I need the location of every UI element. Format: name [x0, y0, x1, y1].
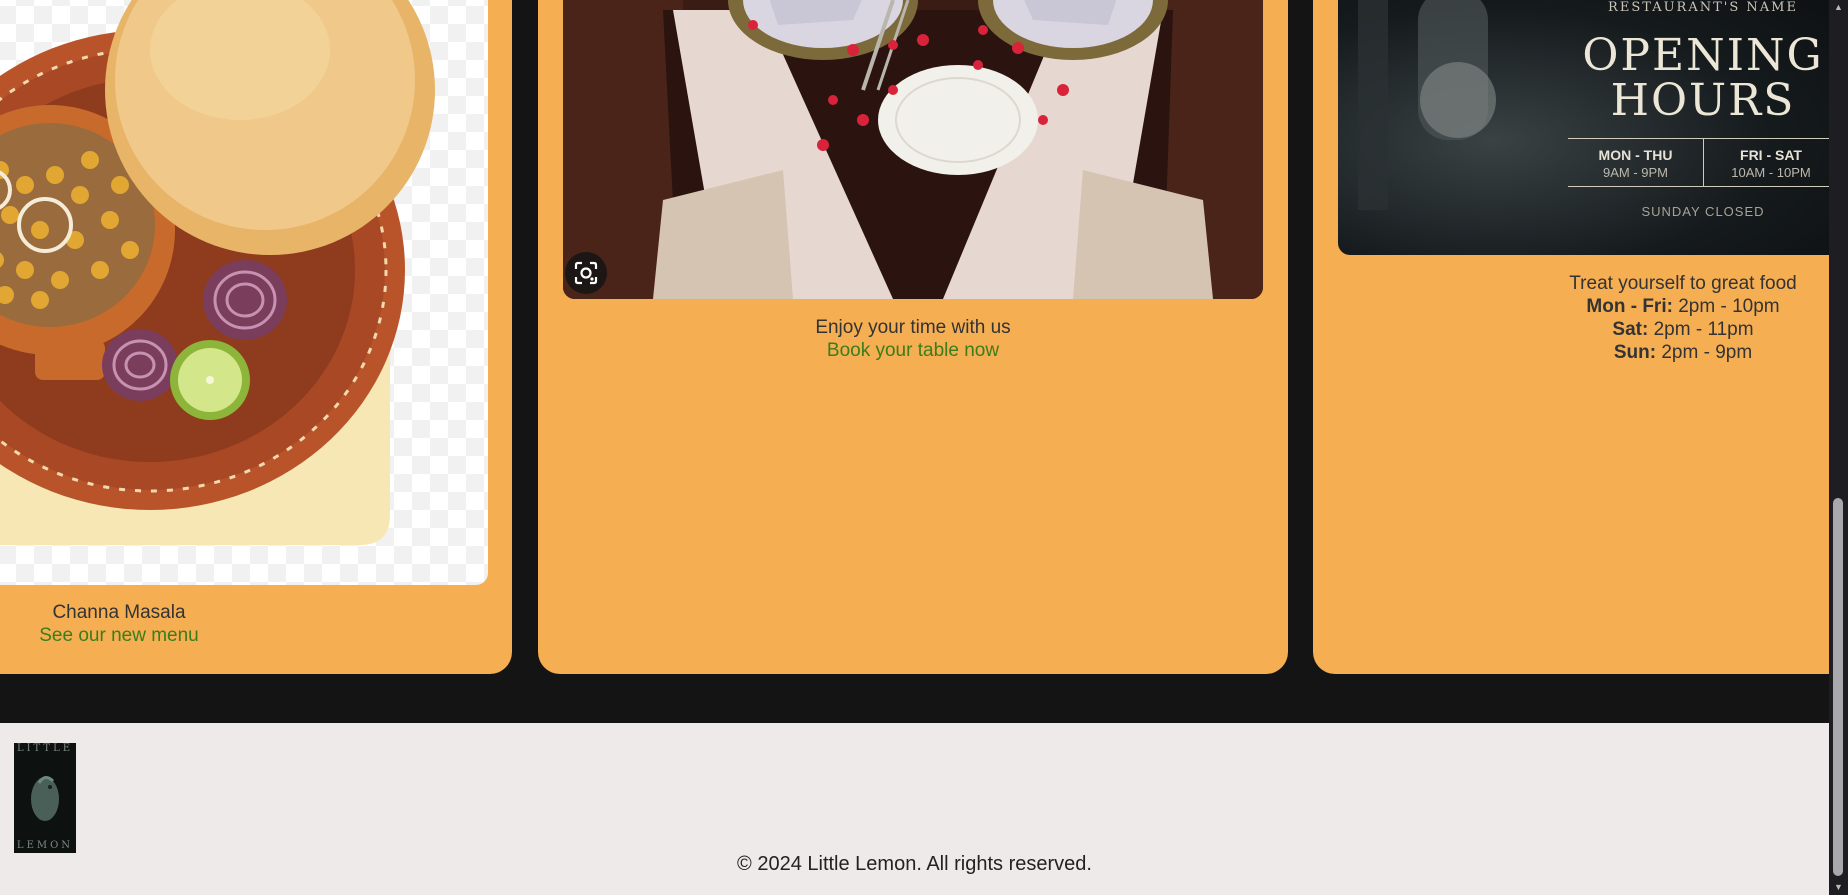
dish-name: Channa Masala [52, 602, 186, 623]
poster-restaurant-name: RESTAURANT'S NAME [1608, 0, 1798, 15]
logo-text-bottom: LEMON [16, 840, 74, 851]
dining-table-image [563, 0, 1263, 299]
hours-row: Mon - Fri: 2pm - 10pm [1538, 295, 1828, 318]
poster-divider [1568, 186, 1829, 187]
see-menu-link[interactable]: See our new menu [39, 625, 199, 646]
copyright-text: © 2024 Little Lemon. All rights reserved… [737, 853, 1092, 875]
card-caption: Enjoy your time with us Book your table … [538, 316, 1288, 362]
little-lemon-logo[interactable]: LITTLE LEMON [14, 743, 76, 853]
hours-day: Sat: [1612, 319, 1649, 340]
hours-time: 2pm - 10pm [1678, 296, 1780, 317]
poster-col2-time: 10AM - 10PM [1731, 165, 1811, 180]
hours-day: Sun: [1613, 342, 1657, 363]
poster-closed: SUNDAY CLOSED [1641, 204, 1765, 219]
reservation-card: Enjoy your time with us Book your table … [538, 0, 1288, 674]
hours-row: Sat: 2pm - 11pm [1538, 318, 1828, 341]
hours-intro: Treat yourself to great food [1569, 273, 1797, 294]
hours-time: 2pm - 9pm [1661, 342, 1753, 363]
hours-time: 2pm - 11pm [1653, 319, 1754, 340]
card-caption: Channa Masala See our new menu [0, 601, 238, 647]
book-table-link[interactable]: Book your table now [827, 340, 999, 361]
reservation-text: Enjoy your time with us [815, 317, 1011, 338]
hours-day: Mon - Fri: [1586, 296, 1673, 317]
vertical-scrollbar[interactable]: ▲ ▼ [1829, 0, 1848, 895]
image-search-icon [574, 261, 598, 285]
poster-title-line1: OPENING [1582, 30, 1824, 81]
logo-text-top: LITTLE [16, 743, 74, 754]
opening-hours-image: RESTAURANT'S NAME OPENING HOURS MON - TH… [1338, 0, 1829, 255]
channa-masala-image [0, 0, 488, 585]
poster-col2-days: FRI - SAT [1740, 147, 1802, 163]
poster-title-line2: HOURS [1610, 75, 1796, 126]
hours-row: Sun: 2pm - 9pm [1538, 341, 1828, 364]
menu-card: Channa Masala See our new menu [0, 0, 512, 674]
hours-list: Treat yourself to great food Mon - Fri: … [1538, 272, 1828, 364]
hours-card: RESTAURANT'S NAME OPENING HOURS MON - TH… [1313, 0, 1829, 674]
chevron-down-icon[interactable]: ▼ [1833, 882, 1844, 893]
footer: LITTLE LEMON © 2024 Little Lemon. All ri… [0, 723, 1829, 895]
scroll-thumb[interactable] [1833, 498, 1843, 876]
page: Channa Masala See our new menu Enjoy you… [0, 0, 1829, 895]
poster-col1-days: MON - THU [1598, 147, 1673, 163]
image-search-button[interactable] [565, 252, 607, 294]
poster-divider [1568, 138, 1829, 139]
poster-col1-time: 9AM - 9PM [1602, 165, 1668, 180]
chevron-up-icon[interactable]: ▲ [1833, 2, 1844, 13]
